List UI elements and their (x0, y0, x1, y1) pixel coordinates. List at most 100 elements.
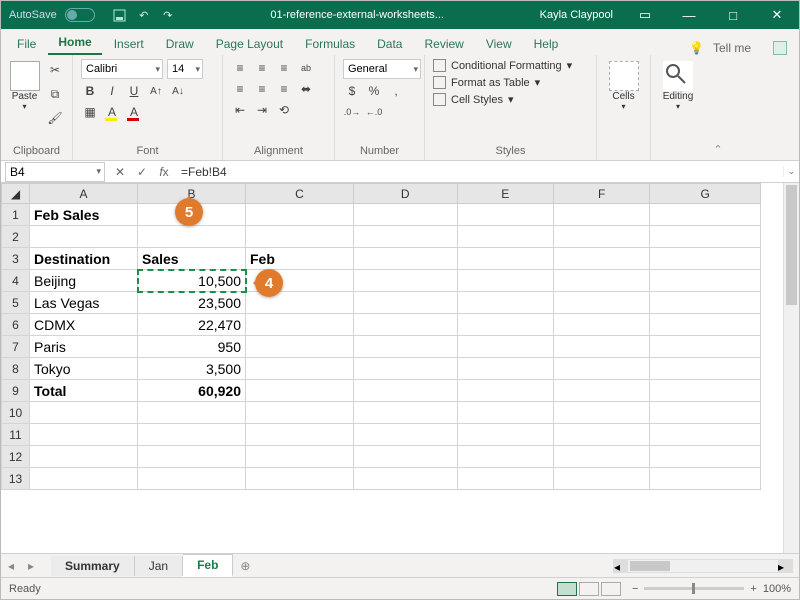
row-header[interactable]: 3 (2, 248, 30, 270)
col-header[interactable]: C (246, 184, 354, 204)
font-size-select[interactable]: 14 (167, 59, 203, 79)
save-icon[interactable] (113, 8, 127, 22)
tab-data[interactable]: Data (367, 33, 412, 55)
minimize-button[interactable]: — (667, 8, 711, 23)
row-header[interactable]: 12 (2, 446, 30, 468)
autosave-toggle[interactable] (65, 8, 95, 22)
bold-button[interactable]: B (81, 82, 99, 100)
row-header[interactable]: 5 (2, 292, 30, 314)
cell[interactable]: Feb Sales (30, 204, 138, 226)
tab-draw[interactable]: Draw (156, 33, 204, 55)
tellme-label[interactable]: Tell me (713, 41, 751, 55)
row-header[interactable]: 1 (2, 204, 30, 226)
cell[interactable]: 950 (138, 336, 246, 358)
tab-home[interactable]: Home (48, 31, 101, 55)
vertical-scrollbar[interactable] (783, 183, 799, 553)
cell[interactable]: Destination (34, 251, 110, 267)
tab-formulas[interactable]: Formulas (295, 33, 365, 55)
row-header[interactable]: 9 (2, 380, 30, 402)
editing-button[interactable]: Editing▾ (659, 59, 697, 111)
decrease-font-icon[interactable]: A↓ (169, 82, 187, 100)
cell-styles-button[interactable]: Cell Styles ▾ (433, 93, 572, 106)
tab-page-layout[interactable]: Page Layout (206, 33, 293, 55)
copy-icon[interactable]: ⧉ (46, 85, 64, 103)
page-layout-view-icon[interactable] (579, 582, 599, 596)
merge-center-icon[interactable]: ⬌ (297, 80, 315, 98)
italic-button[interactable]: I (103, 82, 121, 100)
cell[interactable]: 22,470 (138, 314, 246, 336)
worksheet-grid[interactable]: ◢ A B C D E F G 1Feb Sales 2 3Destinatio… (1, 183, 799, 553)
new-sheet-icon[interactable]: ⊕ (233, 559, 257, 573)
decrease-indent-icon[interactable]: ⇤ (231, 101, 249, 119)
align-middle-icon[interactable]: ≡ (253, 59, 271, 77)
horizontal-scrollbar[interactable]: ◂▸ (613, 559, 793, 573)
tab-nav-prev-icon[interactable]: ◂ (1, 559, 21, 573)
row-header[interactable]: 6 (2, 314, 30, 336)
underline-button[interactable]: U (125, 82, 143, 100)
borders-icon[interactable]: ▦ (81, 103, 99, 121)
enter-formula-icon[interactable]: ✓ (131, 165, 153, 179)
tab-help[interactable]: Help (524, 33, 569, 55)
close-button[interactable]: ✕ (755, 7, 799, 23)
row-header[interactable]: 13 (2, 468, 30, 490)
row-header[interactable]: 11 (2, 424, 30, 446)
fx-icon[interactable]: fx (153, 165, 175, 179)
collapse-ribbon-icon[interactable]: ⌃ (709, 55, 727, 160)
redo-icon[interactable]: ↷ (161, 8, 175, 22)
cell[interactable]: Feb (250, 251, 275, 267)
cell[interactable]: Paris (30, 336, 138, 358)
currency-icon[interactable]: $ (343, 82, 361, 100)
selected-cell[interactable]: 10,500 (138, 270, 246, 292)
tab-nav-next-icon[interactable]: ▸ (21, 559, 41, 573)
cell[interactable]: Tokyo (30, 358, 138, 380)
col-header[interactable]: F (553, 184, 649, 204)
cancel-formula-icon[interactable]: ✕ (109, 165, 131, 179)
tab-view[interactable]: View (476, 33, 522, 55)
formula-input[interactable]: =Feb!B4 (175, 165, 783, 179)
cell[interactable]: Beijing (30, 270, 138, 292)
cell[interactable]: Total (30, 380, 138, 402)
user-name[interactable]: Kayla Claypool (530, 9, 623, 21)
undo-icon[interactable]: ↶ (137, 8, 151, 22)
sheet-tab-active[interactable]: Feb (183, 554, 233, 577)
col-header[interactable]: D (354, 184, 458, 204)
decrease-decimal-icon[interactable]: ←.0 (365, 103, 383, 121)
increase-indent-icon[interactable]: ⇥ (253, 101, 271, 119)
align-right-icon[interactable]: ≡ (275, 80, 293, 98)
select-all-corner[interactable]: ◢ (2, 184, 30, 204)
tab-review[interactable]: Review (414, 33, 473, 55)
wrap-text-icon[interactable]: ab (297, 59, 315, 77)
paste-button[interactable]: Paste ▾ (9, 59, 40, 111)
cell[interactable]: Las Vegas (30, 292, 138, 314)
increase-font-icon[interactable]: A↑ (147, 82, 165, 100)
increase-decimal-icon[interactable]: .0→ (343, 103, 361, 121)
share-button[interactable] (773, 41, 787, 55)
sheet-tab[interactable]: Summary (51, 556, 135, 576)
format-as-table-button[interactable]: Format as Table ▾ (433, 76, 572, 89)
conditional-formatting-button[interactable]: Conditional Formatting ▾ (433, 59, 572, 72)
cell[interactable]: CDMX (30, 314, 138, 336)
cell[interactable]: Sales (142, 251, 179, 267)
normal-view-icon[interactable] (557, 582, 577, 596)
zoom-slider[interactable] (644, 587, 744, 590)
page-break-view-icon[interactable] (601, 582, 621, 596)
row-header[interactable]: 4 (2, 270, 30, 292)
align-center-icon[interactable]: ≡ (253, 80, 271, 98)
tab-file[interactable]: File (7, 33, 46, 55)
expand-formula-bar-icon[interactable]: ⌄ (783, 166, 799, 177)
row-header[interactable]: 2 (2, 226, 30, 248)
number-format-select[interactable]: General (343, 59, 421, 79)
fill-color-icon[interactable]: A (103, 103, 121, 121)
comma-icon[interactable]: , (387, 82, 405, 100)
col-header[interactable]: E (457, 184, 553, 204)
col-header[interactable]: G (650, 184, 761, 204)
sheet-tab[interactable]: Jan (135, 556, 183, 576)
zoom-level[interactable]: 100% (763, 583, 791, 595)
format-painter-icon[interactable]: 🖌 (46, 109, 64, 127)
tab-insert[interactable]: Insert (104, 33, 154, 55)
cell[interactable]: 3,500 (138, 358, 246, 380)
ribbon-display-icon[interactable]: ▭ (623, 7, 667, 23)
col-header[interactable]: A (30, 184, 138, 204)
row-header[interactable]: 10 (2, 402, 30, 424)
cell[interactable]: 23,500 (138, 292, 246, 314)
